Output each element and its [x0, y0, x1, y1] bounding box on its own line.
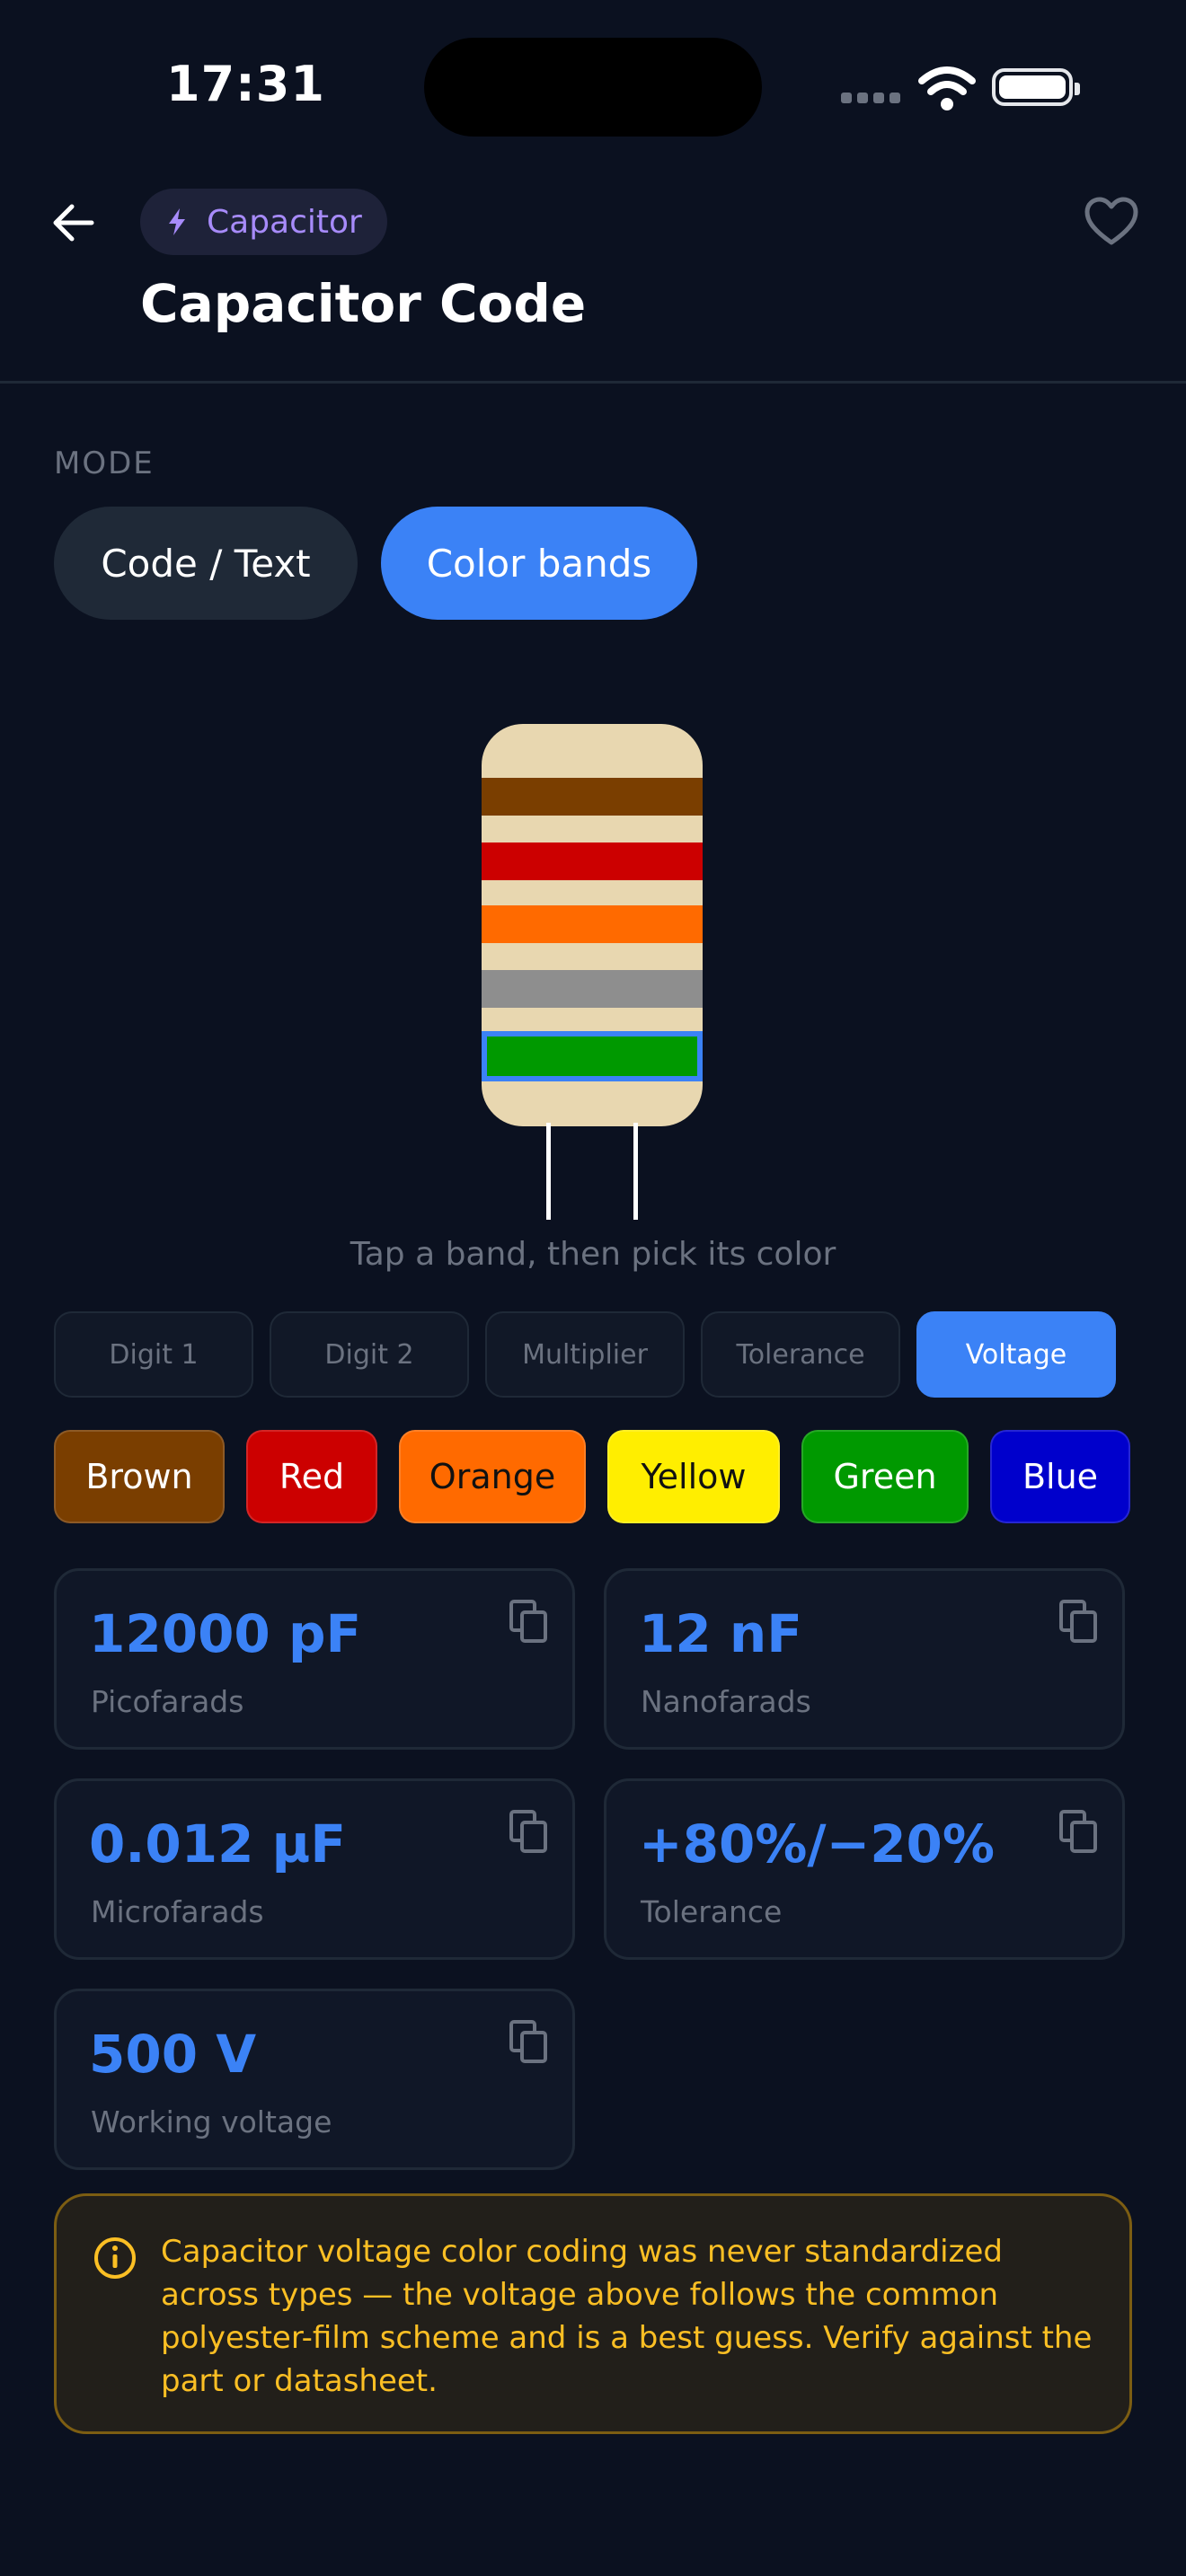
color-chip-yellow[interactable]: Yellow — [607, 1430, 780, 1523]
result-label: Working voltage — [91, 2104, 332, 2139]
result-value: 500 V — [89, 2024, 257, 2085]
result-value: 0.012 µF — [89, 1813, 346, 1875]
result-value: +80%/−20% — [639, 1813, 996, 1875]
header-divider — [0, 381, 1186, 384]
result-label: Microfarads — [91, 1894, 264, 1929]
band-tab-voltage[interactable]: Voltage — [916, 1311, 1116, 1398]
battery-icon — [992, 68, 1080, 106]
band-hint-text: Tap a band, then pick its color — [350, 1236, 836, 1273]
capacitor-lead-left — [546, 1123, 551, 1220]
status-time: 17:31 — [166, 56, 325, 112]
cellular-signal-icon — [841, 90, 906, 107]
result-card-tolerance: +80%/−20% Tolerance — [604, 1778, 1125, 1960]
color-chip-red[interactable]: Red — [246, 1430, 377, 1523]
info-icon — [94, 2237, 136, 2279]
dynamic-island — [424, 38, 762, 137]
result-value: 12000 pF — [89, 1603, 362, 1664]
result-label: Nanofarads — [641, 1684, 811, 1719]
category-badge: Capacitor — [140, 189, 387, 255]
color-chip-brown[interactable]: Brown — [54, 1430, 225, 1523]
mode-code-text-button[interactable]: Code / Text — [54, 507, 358, 620]
favorite-heart-icon[interactable] — [1084, 196, 1139, 248]
page-title: Capacitor Code — [140, 273, 587, 334]
result-card-microfarads: 0.012 µF Microfarads — [54, 1778, 575, 1960]
wifi-icon — [918, 66, 976, 110]
category-label: Capacitor — [207, 203, 362, 241]
copy-icon[interactable] — [1059, 1600, 1097, 1643]
voltage-warning-banner: Capacitor voltage color coding was never… — [54, 2193, 1132, 2434]
result-card-picofarads: 12000 pF Picofarads — [54, 1568, 575, 1750]
band-tab-digit-1[interactable]: Digit 1 — [54, 1311, 253, 1398]
copy-icon[interactable] — [509, 1600, 547, 1643]
back-arrow-icon[interactable] — [50, 199, 97, 246]
lightning-bolt-icon — [169, 208, 185, 235]
capacitor-band-voltage[interactable] — [482, 1031, 703, 1081]
color-chip-orange[interactable]: Orange — [399, 1430, 586, 1523]
mode-color-bands-button[interactable]: Color bands — [381, 507, 697, 620]
capacitor-lead-right — [633, 1123, 638, 1220]
result-label: Picofarads — [91, 1684, 244, 1719]
result-value: 12 nF — [639, 1603, 802, 1664]
copy-icon[interactable] — [1059, 1810, 1097, 1853]
capacitor-band-digit-1[interactable] — [482, 778, 703, 816]
color-chip-blue[interactable]: Blue — [990, 1430, 1130, 1523]
capacitor-band-digit-2[interactable] — [482, 842, 703, 880]
result-label: Tolerance — [641, 1894, 783, 1929]
mode-section-label: MODE — [54, 446, 155, 481]
band-tab-digit-2[interactable]: Digit 2 — [270, 1311, 469, 1398]
capacitor-band-multiplier[interactable] — [482, 905, 703, 943]
copy-icon[interactable] — [509, 2020, 547, 2063]
warning-text: Capacitor voltage color coding was never… — [161, 2234, 1093, 2399]
copy-icon[interactable] — [509, 1810, 547, 1853]
band-tab-tolerance[interactable]: Tolerance — [701, 1311, 900, 1398]
result-card-nanofarads: 12 nF Nanofarads — [604, 1568, 1125, 1750]
result-card-working-voltage: 500 V Working voltage — [54, 1989, 575, 2170]
capacitor-body — [482, 724, 703, 1126]
color-chip-green[interactable]: Green — [801, 1430, 969, 1523]
band-tab-multiplier[interactable]: Multiplier — [485, 1311, 685, 1398]
capacitor-band-tolerance[interactable] — [482, 970, 703, 1008]
